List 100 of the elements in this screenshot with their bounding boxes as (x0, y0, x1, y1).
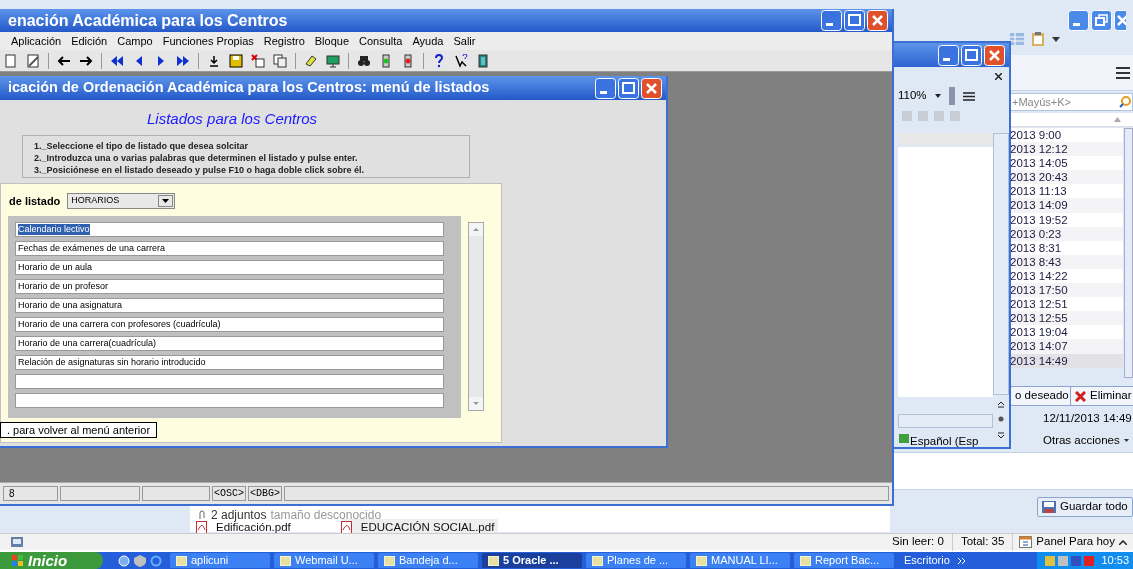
chevron-up-icon (1119, 539, 1127, 545)
message-date[interactable]: 2013 12:12 (1010, 142, 1123, 157)
message-date[interactable]: 2013 17:50 (1010, 283, 1123, 298)
search-icon[interactable] (1119, 96, 1131, 108)
menu-item[interactable]: Bloque (314, 32, 350, 50)
search-field[interactable]: +Mayús+K> (1010, 93, 1133, 111)
download-icon[interactable] (207, 53, 221, 68)
list-row[interactable]: Fechas de exámenes de una carrera (15, 240, 444, 256)
restore-icon[interactable] (1091, 10, 1112, 31)
message-date[interactable]: 2013 12:55 (1010, 311, 1123, 326)
list-row[interactable]: Horario de una carrera con profesores (cuadrícula) (15, 316, 444, 332)
arrow-right-icon[interactable] (79, 53, 93, 68)
menu-icon[interactable] (1116, 67, 1130, 79)
taskbar-button[interactable]: Bandeja d... (378, 553, 478, 568)
stop-signal-icon[interactable] (401, 53, 415, 68)
grip-icon (948, 87, 955, 105)
copy-icon[interactable] (273, 53, 287, 68)
arrow-left-icon[interactable] (57, 53, 71, 68)
window-icon (800, 555, 811, 566)
table-icon (1010, 33, 1024, 45)
message-date[interactable]: 2013 14:07 (1010, 339, 1123, 354)
page-nav-icon[interactable] (997, 401, 1005, 441)
door-icon[interactable] (476, 53, 490, 68)
globe-icon[interactable] (118, 554, 130, 567)
scrollbar[interactable] (1124, 128, 1133, 378)
field-label: de listado (9, 193, 61, 209)
delete-button[interactable]: Eliminar (1070, 386, 1133, 406)
minimize-icon[interactable] (595, 77, 616, 99)
minimize-icon[interactable] (821, 10, 842, 31)
attachments-count: 2 adjuntos (211, 507, 267, 522)
message-date[interactable]: 2013 20:43 (1010, 170, 1123, 185)
status-flag: <OSC> (212, 486, 246, 501)
list-row[interactable]: Horario de una asignatura (15, 297, 444, 313)
desktop-toolbar[interactable]: Escritorio (904, 552, 966, 569)
taskbar-button[interactable]: aplicuni (170, 553, 270, 568)
align-icon[interactable] (962, 91, 975, 101)
menu-item[interactable]: Funciones Propias (162, 32, 254, 50)
minimize-icon[interactable] (938, 44, 959, 66)
list-row[interactable]: Calendario lectivo (15, 221, 444, 237)
list-row[interactable] (15, 373, 444, 389)
record-number: 8 (3, 486, 58, 501)
vertical-scrollbar[interactable] (993, 133, 1009, 395)
maximize-icon[interactable] (961, 44, 982, 66)
taskbar-button[interactable]: Report Bac... (794, 553, 894, 568)
minimize-icon[interactable] (1068, 10, 1089, 31)
menu-item[interactable]: Campo (117, 32, 153, 50)
calendar-icon (1019, 536, 1033, 548)
window-icon (696, 555, 707, 566)
menu-item[interactable]: Salir (453, 32, 476, 50)
taskbar-button[interactable]: 5 Oracle ... (482, 553, 582, 568)
list-row[interactable] (15, 392, 444, 408)
status-cell (142, 486, 210, 501)
clock: 10:53 (1101, 553, 1129, 569)
status-icon (11, 537, 23, 547)
list-row[interactable]: Horario de un aula (15, 259, 444, 275)
caret-icon (934, 94, 941, 98)
floppy-icon[interactable] (229, 53, 243, 68)
save-all-button[interactable]: Guardar todo (1037, 497, 1133, 517)
vertical-scrollbar[interactable] (468, 221, 484, 411)
attachment-link[interactable]: Edificación.pdf (216, 519, 291, 537)
list-row[interactable]: Horario de una carrera(cuadrícula) (15, 335, 444, 351)
scroll-up-icon[interactable] (469, 222, 483, 236)
type-dropdown[interactable]: HORARIOS (67, 192, 176, 209)
menu-item[interactable]: Consulta (359, 32, 403, 50)
more-actions-button[interactable]: Otras acciones (1043, 432, 1129, 450)
last-record-icon[interactable] (176, 53, 190, 68)
menu-item[interactable]: Registro (263, 32, 305, 50)
status-text: Total: 35 (952, 533, 1014, 551)
help-icon[interactable] (432, 53, 446, 68)
scroll-down-icon[interactable] (469, 396, 483, 410)
list-item-text: Horario de una carrera con profesores (cuadrícula) (18, 318, 221, 330)
list-item-text: Fechas de exámenes de una carrera (18, 242, 166, 254)
taskbar-button[interactable]: Webmail U... (274, 553, 374, 568)
language-status[interactable]: Español (Esp (910, 433, 979, 451)
zoom-level[interactable]: 110% (898, 87, 927, 105)
taskbar-button[interactable]: Planes de ... (586, 553, 686, 568)
horizontal-scrollbar[interactable] (898, 414, 993, 428)
menu-item[interactable]: Aplicación (11, 32, 62, 50)
taskbar-button[interactable]: MANUAL LI... (690, 553, 790, 568)
first-record-icon[interactable] (110, 53, 124, 68)
dropdown-value: HORARIOS (71, 194, 120, 207)
delete-record-icon[interactable] (251, 53, 265, 68)
menu-item[interactable]: Ayuda (412, 32, 444, 50)
list-row[interactable]: Horario de un profesor (15, 278, 444, 294)
today-panel-button[interactable]: Panel Para hoy (1013, 533, 1133, 551)
eraser-icon[interactable] (304, 53, 318, 68)
start-button[interactable]: Inicio (0, 552, 103, 569)
window-icon (176, 555, 187, 566)
pencil-page-icon[interactable] (26, 53, 40, 68)
menu-item[interactable]: Edición (71, 32, 108, 50)
message-date[interactable]: 2013 14:09 (1010, 198, 1123, 213)
window-icon (280, 555, 291, 566)
maximize-icon[interactable] (844, 10, 865, 31)
close-icon[interactable] (995, 73, 1002, 80)
monitor-icon[interactable] (326, 53, 340, 68)
go-signal-icon[interactable] (379, 53, 393, 68)
binoculars-icon[interactable] (357, 53, 371, 68)
list-row[interactable]: Relación de asignaturas sin horario introducido (15, 354, 444, 370)
list-item-text: Calendario lectivo (18, 223, 90, 235)
maximize-icon[interactable] (618, 77, 639, 99)
